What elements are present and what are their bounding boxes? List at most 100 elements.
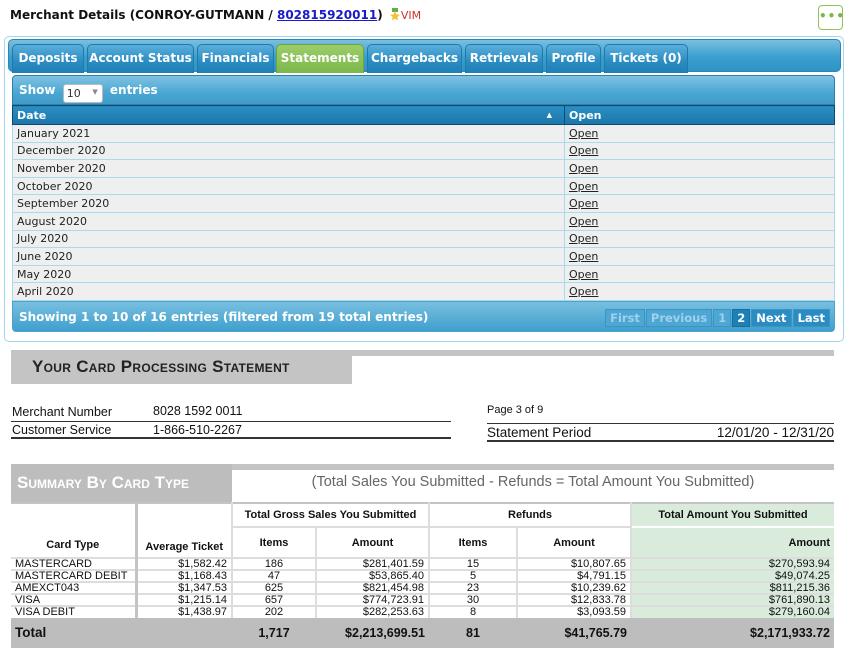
datatable-length-bar: Show 10 ▼ entries (12, 75, 835, 105)
total-gross-items: 1,717 (232, 617, 316, 648)
total-submitted: $811,215.36 (631, 581, 834, 594)
average-ticket: $1,168.43 (136, 569, 233, 582)
statement-date: August 2020 (12, 211, 565, 231)
sort-asc-icon: ▲ (546, 110, 552, 119)
total-submitted: $49,074.25 (631, 569, 834, 582)
header-prefix: Merchant Details (CONROY-GUTMANN / (10, 8, 277, 22)
medal-star-icon (389, 8, 401, 21)
card-type: VISA DEBIT (11, 605, 138, 618)
total-label: Total (11, 617, 136, 648)
page-2-button[interactable]: 2 (732, 308, 751, 327)
col-group-gross-sales: Total Gross Sales You Submitted (232, 502, 430, 528)
page-header: Merchant Details (CONROY-GUTMANN / 80281… (10, 8, 421, 22)
gross-amount: $821,454.98 (316, 581, 430, 594)
page-size-select[interactable]: 10 ▼ (62, 84, 103, 103)
gross-amount: $774,723.91 (316, 593, 430, 606)
card-type: VISA (11, 593, 138, 606)
summary-table: Card Type Average Ticket Total Gross Sal… (11, 502, 834, 648)
pagination: First Previous 1 2 Next Last (604, 308, 830, 327)
summary-row: VISA $1,215.14 657 $774,723.91 30 $12,833.78 $… (11, 593, 834, 606)
merchant-number-value: 8028 1592 0011 (153, 404, 243, 418)
open-statement-link[interactable]: Open (569, 127, 598, 140)
refund-items: 15 (429, 557, 518, 570)
first-page-button[interactable]: First (605, 308, 645, 327)
summary-row: MASTERCARD DEBIT $1,168.43 47 $53,865.40 5 $4… (11, 569, 834, 582)
refund-items: 5 (429, 569, 518, 582)
page-size-value: 10 (66, 87, 81, 100)
statements-datatable: Show 10 ▼ entries Date ▲ Open January 2021… (12, 75, 835, 332)
tab-financials[interactable]: Financials (197, 44, 274, 73)
open-statement-link[interactable]: Open (569, 162, 598, 175)
open-statement-link[interactable]: Open (569, 144, 598, 157)
datatable-info: Showing 1 to 10 of 16 entries (filtered … (19, 309, 429, 324)
total-refund-items: 81 (429, 617, 517, 648)
col-refund-items: Items (429, 527, 518, 558)
customer-service-value: 1-866-510-2267 (153, 423, 242, 437)
col-gross-items: Items (232, 527, 317, 558)
open-statement-link[interactable]: Open (569, 285, 598, 298)
summary-title: Summary By Card Type (11, 464, 232, 502)
table-row: January 2021 Open (12, 124, 835, 143)
last-page-button[interactable]: Last (792, 308, 830, 327)
divider (11, 421, 451, 422)
statement-date: May 2020 (12, 264, 565, 284)
total-gross-amount: $2,213,699.51 (316, 617, 429, 648)
column-header-open[interactable]: Open (564, 105, 835, 125)
table-row: September 2020 Open (12, 194, 835, 213)
customer-service-label: Customer Service (12, 423, 112, 437)
divider (487, 423, 834, 424)
tab-tickets[interactable]: Tickets (0) (604, 44, 688, 73)
gross-items: 625 (232, 581, 317, 594)
col-average-ticket: Average Ticket (136, 502, 233, 558)
refund-items: 23 (429, 581, 518, 594)
statements-table: Date ▲ Open January 2021 Open December 2020… (12, 105, 835, 301)
summary-row: MASTERCARD $1,582.42 186 $281,401.59 15 $10,8… (11, 557, 834, 570)
tab-deposits[interactable]: Deposits (12, 44, 84, 73)
statement-date: January 2021 (12, 124, 565, 143)
card-type: MASTERCARD (11, 557, 138, 570)
average-ticket: $1,215.14 (136, 593, 233, 606)
statement-date: September 2020 (12, 194, 565, 213)
tab-account-status[interactable]: Account Status (87, 44, 194, 73)
show-label: Show (19, 83, 56, 97)
open-statement-link[interactable]: Open (569, 197, 598, 210)
previous-page-button[interactable]: Previous (645, 308, 713, 327)
open-statement-link[interactable]: Open (569, 215, 598, 228)
tab-chargebacks[interactable]: Chargebacks (367, 44, 462, 73)
refund-amount: $4,791.15 (517, 569, 632, 582)
column-header-date[interactable]: Date ▲ (12, 105, 565, 125)
merchant-number-label: Merchant Number (12, 405, 113, 419)
open-statement-link[interactable]: Open (569, 232, 598, 245)
divider (487, 440, 834, 442)
table-row: June 2020 Open (12, 247, 835, 266)
header-suffix: ) (377, 8, 383, 22)
total-submitted: $279,160.04 (631, 605, 834, 618)
page-1-button[interactable]: 1 (713, 308, 732, 327)
tab-statements[interactable]: Statements (276, 44, 364, 73)
chevron-down-icon: ▼ (92, 88, 98, 96)
tab-profile[interactable]: Profile (546, 44, 601, 73)
table-row: May 2020 Open (12, 264, 835, 284)
gross-items: 202 (232, 605, 317, 618)
tab-retrievals[interactable]: Retrievals (465, 44, 543, 73)
col-card-type: Card Type (11, 502, 138, 558)
open-statement-link[interactable]: Open (569, 268, 598, 281)
more-options-button[interactable]: ••• (818, 5, 844, 30)
tab-bar: Deposits Account Status Financials State… (8, 39, 841, 73)
open-statement-link[interactable]: Open (569, 180, 598, 193)
merchant-id-link[interactable]: 802815920011 (277, 8, 377, 22)
table-row: August 2020 Open (12, 211, 835, 231)
average-ticket: $1,347.53 (136, 581, 233, 594)
col-gross-amount: Amount (316, 527, 430, 558)
gross-amount: $282,253.63 (316, 605, 430, 618)
divider (11, 437, 451, 439)
table-row: July 2020 Open (12, 229, 835, 249)
statement-date: December 2020 (12, 141, 565, 161)
average-ticket: $1,582.42 (136, 557, 233, 570)
open-statement-link[interactable]: Open (569, 250, 598, 263)
statement-period-value: 12/01/20 - 12/31/20 (716, 425, 834, 440)
table-row: December 2020 Open (12, 141, 835, 161)
next-page-button[interactable]: Next (751, 308, 792, 327)
vim-badge: VIM (400, 9, 422, 22)
table-row: October 2020 Open (12, 176, 835, 196)
